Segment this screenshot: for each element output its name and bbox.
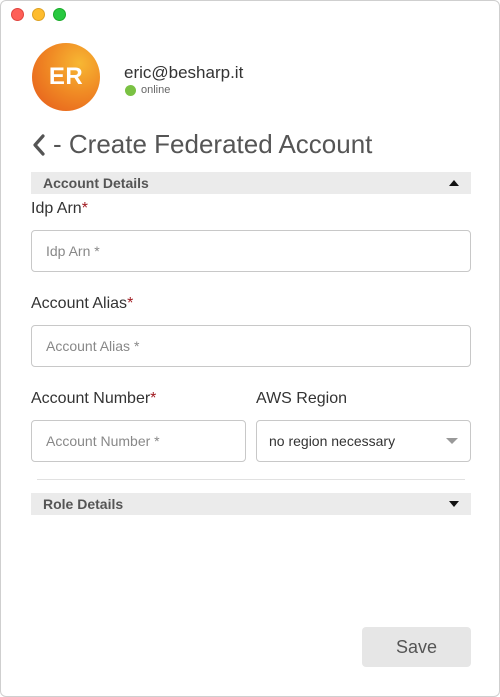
required-marker: * <box>81 200 88 217</box>
idp-arn-field-label: Idp Arn* <box>31 200 88 218</box>
close-window-button[interactable] <box>11 8 24 21</box>
save-button[interactable]: Save <box>362 627 471 667</box>
section-account-details-header[interactable]: Account Details <box>31 172 471 194</box>
idp-arn-input[interactable] <box>31 230 471 272</box>
window-controls <box>11 8 66 21</box>
app-window: ER eric@besharp.it online - Create Feder… <box>0 0 500 697</box>
aws-region-select[interactable]: no region necessary <box>256 420 471 462</box>
chevron-left-icon[interactable] <box>31 130 49 160</box>
divider <box>37 479 465 480</box>
aws-region-selected-value: no region necessary <box>269 433 396 449</box>
online-status-icon <box>125 84 136 96</box>
section-role-details-label: Role Details <box>43 496 124 512</box>
required-marker: * <box>150 390 157 407</box>
avatar-initials: ER <box>48 63 84 90</box>
account-number-input[interactable] <box>31 420 246 462</box>
status-label: online <box>141 84 171 96</box>
section-role-details-header[interactable]: Role Details <box>31 493 471 515</box>
caret-down-icon <box>449 501 459 507</box>
account-alias-label: Account Alias <box>31 295 128 312</box>
page-title: - Create Federated Account <box>53 129 373 159</box>
minimize-window-button[interactable] <box>32 8 45 21</box>
account-number-label: Account Number <box>31 390 151 407</box>
aws-region-label: AWS Region <box>256 390 347 407</box>
account-alias-input[interactable] <box>31 325 471 367</box>
account-number-field-label: Account Number* <box>31 390 156 408</box>
idp-arn-label: Idp Arn <box>31 200 82 217</box>
maximize-window-button[interactable] <box>53 8 66 21</box>
caret-up-icon <box>449 180 459 186</box>
required-marker: * <box>127 295 134 312</box>
chevron-down-icon <box>446 438 458 444</box>
account-alias-field-label: Account Alias* <box>31 295 133 313</box>
avatar: ER <box>32 43 100 111</box>
section-account-details-label: Account Details <box>43 175 149 191</box>
page-header: - Create Federated Account <box>31 129 372 160</box>
user-status: online <box>125 84 170 96</box>
user-email: eric@besharp.it <box>124 63 244 82</box>
